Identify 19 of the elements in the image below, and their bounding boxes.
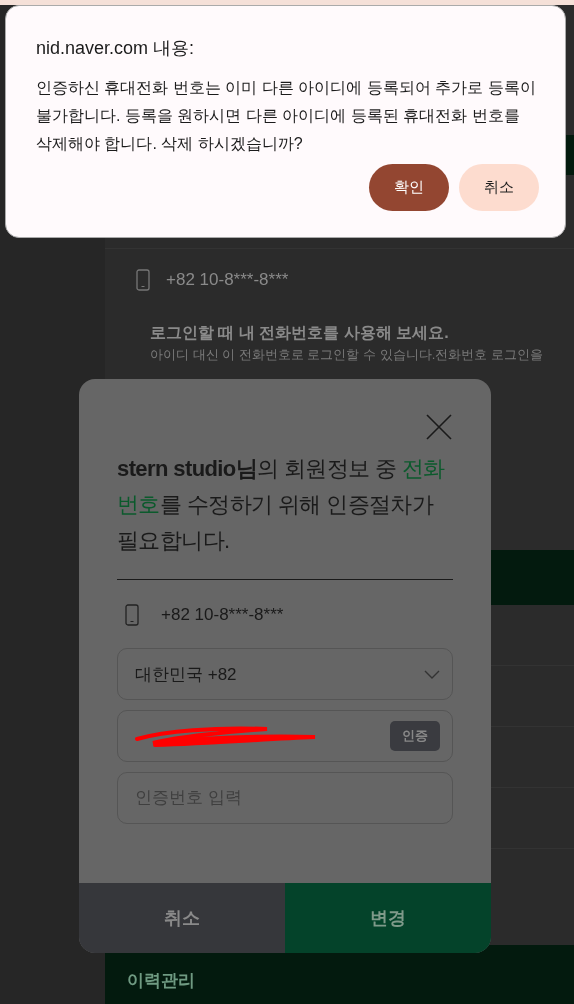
alert-message: 인증하신 휴대전화 번호는 이미 다른 아이디에 등록되어 추가로 등록이 불가합니다. 등록을 원하시면 다른 아이디에 등록된 휴대전화 번호를 삭제해야 합니다. 삭제 하시겠습니까? xyxy=(36,78,537,154)
verify-message: stern studio님의 회원정보 중 전화번호를 수정하기 위해 인증절차가 필요합니다. xyxy=(117,451,453,580)
country-select[interactable]: 대한민국 +82 xyxy=(117,648,453,700)
phone-number: +82 10-8***-8*** xyxy=(166,270,289,290)
login-description: 아이디 대신 이 전화번호로 로그인할 수 있습니다.전화번호 로그인을 xyxy=(150,346,544,364)
phone-input-field[interactable]: 인증 xyxy=(117,710,453,762)
verify-button[interactable]: 인증 xyxy=(390,721,440,751)
cancel-button[interactable]: 취소 xyxy=(459,164,539,211)
change-button[interactable]: 변경 xyxy=(285,883,491,953)
phone-number: +82 10-8***-8*** xyxy=(161,605,284,625)
close-icon[interactable] xyxy=(425,413,453,441)
confirm-button[interactable]: 확인 xyxy=(369,164,449,211)
chevron-down-icon xyxy=(424,669,440,679)
login-title: 로그인할 때 내 전화번호를 사용해 보세요. xyxy=(150,323,450,343)
history-label: 이력관리 xyxy=(127,970,195,992)
phone-icon xyxy=(125,604,139,626)
phone-icon xyxy=(136,269,150,291)
cancel-button[interactable]: 취소 xyxy=(79,883,285,953)
alert-title: nid.naver.com 내용: xyxy=(36,37,196,60)
